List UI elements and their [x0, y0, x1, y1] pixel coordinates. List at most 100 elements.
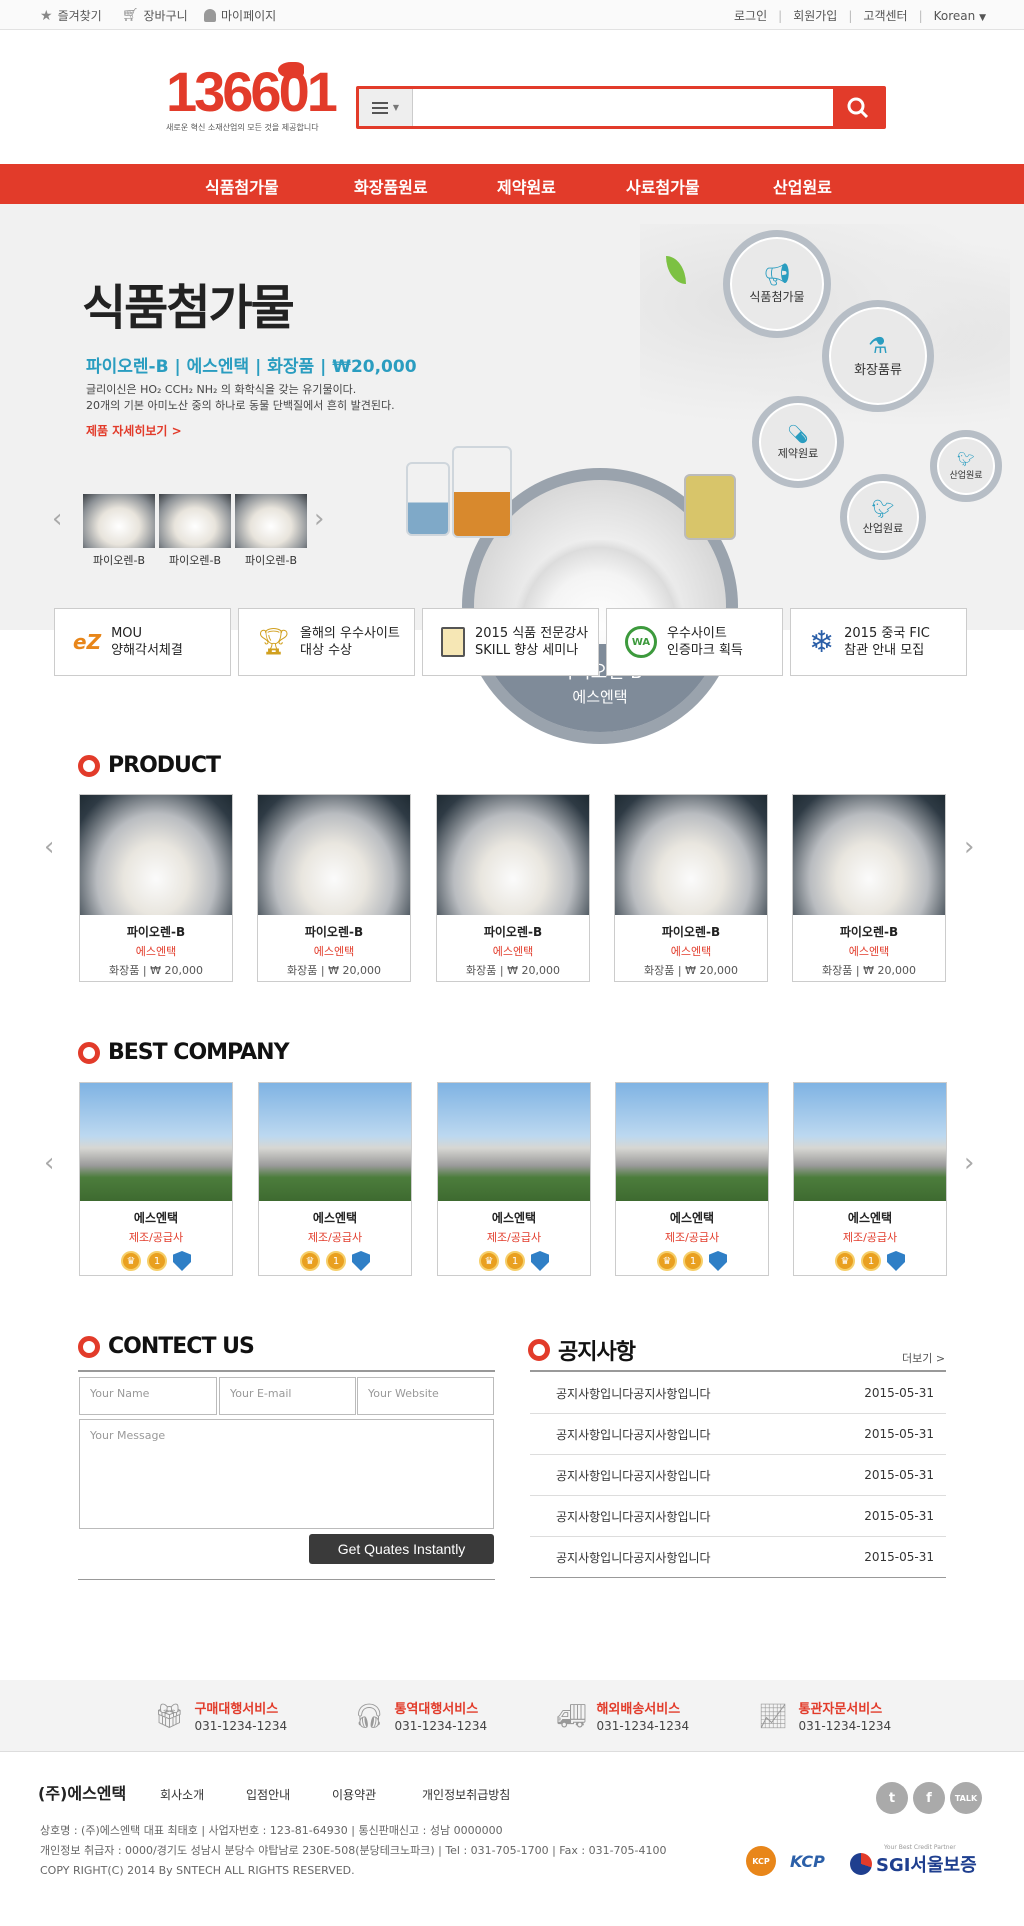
- badge-certification[interactable]: WA 우수사이트 인증마크 획득: [606, 608, 783, 676]
- company-card[interactable]: 에스엔택 제조/공급사 ♛ 1: [437, 1082, 591, 1276]
- cart-link[interactable]: 🛒︎ 장바구니: [122, 7, 188, 24]
- site-logo[interactable]: 136601 새로운 혁신 소재산업의 모든 것을 제공합니다: [166, 62, 338, 144]
- bird-icon: 🐦︎: [871, 498, 895, 520]
- notice-row[interactable]: 공지사항입니다공지사항입니다 2015-05-31: [530, 1537, 946, 1578]
- rank-medal-icon: 1: [861, 1251, 881, 1271]
- support-link[interactable]: 고객센터: [863, 7, 907, 24]
- name-field[interactable]: Your Name: [79, 1377, 217, 1415]
- notice-row[interactable]: 공지사항입니다공지사항입니다 2015-05-31: [530, 1414, 946, 1455]
- notice-row[interactable]: 공지사항입니다공지사항입니다 2015-05-31: [530, 1496, 946, 1537]
- ring-icon: [528, 1339, 550, 1361]
- hero-thumb[interactable]: 파이오렌-B: [83, 494, 155, 568]
- product-card[interactable]: 파이오렌-B 에스엔택 화장품 | ₩ 20,000: [257, 794, 411, 982]
- service-customs[interactable]: 📈︎ 통관자문서비스 031-1234-1234: [758, 1698, 891, 1734]
- product-card[interactable]: 파이오렌-B 에스엔택 화장품 | ₩ 20,000: [792, 794, 946, 982]
- nav-cosmetic-materials[interactable]: 화장품원료: [354, 174, 428, 198]
- footer-link-terms[interactable]: 이용약관: [332, 1786, 376, 1803]
- kakaotalk-icon[interactable]: TALK: [950, 1782, 982, 1814]
- rank-medal-icon: 1: [147, 1251, 167, 1271]
- gold-medal-icon: ♛: [479, 1251, 499, 1271]
- email-field[interactable]: Your E-mail: [219, 1377, 356, 1415]
- website-field[interactable]: Your Website: [357, 1377, 494, 1415]
- megaphone-icon: 📢︎: [763, 263, 791, 288]
- product-image: [437, 795, 589, 915]
- pill-icon: 💊︎: [786, 423, 810, 445]
- footer-link-store[interactable]: 입점안내: [246, 1786, 290, 1803]
- get-quotes-button[interactable]: Get Quates Instantly: [309, 1534, 494, 1564]
- footer-link-privacy[interactable]: 개인정보취급방침: [422, 1786, 510, 1803]
- best-company-section-title: BEST COMPANY: [78, 1040, 290, 1065]
- footer-company-name: (주)에스엔택: [38, 1784, 127, 1803]
- nav-pharma-materials[interactable]: 제약원료: [497, 174, 556, 198]
- service-purchase[interactable]: 🎁︎ 구매대행서비스 031-1234-1234: [154, 1698, 287, 1734]
- category-dropdown[interactable]: ▼: [359, 89, 413, 126]
- service-shipping[interactable]: 🚚︎ 해외배송서비스 031-1234-1234: [556, 1698, 689, 1734]
- company-building-image: [438, 1083, 590, 1201]
- hero-next-arrow[interactable]: ›: [314, 504, 324, 534]
- sgi-mark-icon: [850, 1853, 872, 1875]
- notice-row[interactable]: 공지사항입니다공지사항입니다 2015-05-31: [530, 1373, 946, 1414]
- product-thumb-image: [159, 494, 231, 548]
- product-detail-link[interactable]: 제품 자세히보기 >: [86, 422, 182, 439]
- search-input[interactable]: [417, 93, 787, 121]
- badge-seminar[interactable]: 2015 식품 전문강사 SKILL 향상 세미나: [422, 608, 599, 676]
- twitter-icon[interactable]: t: [876, 1782, 908, 1814]
- shield-check-icon: [709, 1251, 727, 1271]
- company-prev-arrow[interactable]: ‹: [44, 1148, 54, 1178]
- nav-food-additives[interactable]: 식품첨가물: [205, 174, 279, 198]
- ez-logo-icon: eZ: [73, 629, 102, 654]
- flask-icon: ⚗︎: [868, 334, 888, 359]
- company-card[interactable]: 에스엔택 제조/공급사 ♛ 1: [79, 1082, 233, 1276]
- facebook-icon[interactable]: f: [913, 1782, 945, 1814]
- notice-row[interactable]: 공지사항입니다공지사항입니다 2015-05-31: [530, 1455, 946, 1496]
- world-map-background: [640, 224, 1010, 424]
- footer-link-about[interactable]: 회사소개: [160, 1786, 204, 1803]
- notepad-icon: [441, 627, 465, 657]
- nav-feed-additives[interactable]: 사료첨가물: [626, 174, 700, 198]
- product-image: [258, 795, 410, 915]
- category-circle-food[interactable]: 📢︎ 식품첨가물: [723, 230, 831, 338]
- product-next-arrow[interactable]: ›: [964, 832, 974, 862]
- notice-more-link[interactable]: 더보기 >: [902, 1350, 945, 1366]
- company-next-arrow[interactable]: ›: [964, 1148, 974, 1178]
- category-circle-industrial[interactable]: 🐦︎ 산업원료: [840, 474, 926, 560]
- rank-medal-icon: 1: [683, 1251, 703, 1271]
- product-card[interactable]: 파이오렌-B 에스엔택 화장품 | ₩ 20,000: [614, 794, 768, 982]
- product-card[interactable]: 파이오렌-B 에스엔택 화장품 | ₩ 20,000: [79, 794, 233, 982]
- company-card[interactable]: 에스엔택 제조/공급사 ♛ 1: [615, 1082, 769, 1276]
- truck-icon: 🚚︎: [556, 1701, 587, 1730]
- hero-thumb[interactable]: 파이오렌-B: [159, 494, 231, 568]
- company-card[interactable]: 에스엔택 제조/공급사 ♛ 1: [793, 1082, 947, 1276]
- hero-prev-arrow[interactable]: ‹: [52, 504, 62, 534]
- category-circle-pharma[interactable]: 💊︎ 제약원료: [752, 396, 844, 488]
- search-button[interactable]: [833, 89, 883, 126]
- product-image: [793, 795, 945, 915]
- badge-mou[interactable]: eZ MOU 양해각서체결: [54, 608, 231, 676]
- product-card[interactable]: 파이오렌-B 에스엔택 화장품 | ₩ 20,000: [436, 794, 590, 982]
- footer-business-info: 상호명 : (주)에스엔택 대표 최태호 | 사업자번호 : 123-81-64…: [40, 1824, 503, 1837]
- oil-bottle: [684, 474, 736, 540]
- gold-medal-icon: ♛: [300, 1251, 320, 1271]
- divider: [78, 1370, 495, 1372]
- bookmark-link[interactable]: ★ 즐겨찾기: [40, 7, 102, 24]
- rank-medal-icon: 1: [505, 1251, 525, 1271]
- category-circle-industrial-small[interactable]: 🐦︎ 산업원료: [930, 430, 1002, 502]
- service-interpret[interactable]: 🎧︎ 통역대행서비스 031-1234-1234: [354, 1698, 487, 1734]
- footer-copyright: COPY RIGHT(C) 2014 By SNTECH ALL RIGHTS …: [40, 1864, 355, 1877]
- language-select[interactable]: Korean ▼: [934, 9, 986, 23]
- company-card[interactable]: 에스엔택 제조/공급사 ♛ 1: [258, 1082, 412, 1276]
- orange-powder-jar: [452, 446, 512, 538]
- join-link[interactable]: 회원가입: [793, 7, 837, 24]
- mypage-link[interactable]: 마이페이지: [204, 7, 276, 24]
- login-link[interactable]: 로그인: [734, 7, 767, 24]
- badge-fic[interactable]: ❄︎ 2015 중국 FIC 참관 안내 모집: [790, 608, 967, 676]
- product-prev-arrow[interactable]: ‹: [44, 832, 54, 862]
- nav-industrial-materials[interactable]: 산업원료: [773, 174, 832, 198]
- product-image: [80, 795, 232, 915]
- chart-board-icon: 📈︎: [758, 1701, 789, 1730]
- category-circle-cosmetic[interactable]: ⚗︎ 화장품류: [822, 300, 934, 412]
- message-field[interactable]: Your Message: [79, 1419, 494, 1529]
- hero-thumb[interactable]: 파이오렌-B: [235, 494, 307, 568]
- cart-icon: 🛒︎: [122, 8, 139, 23]
- badge-award[interactable]: 🏆︎ 올해의 우수사이트 대상 수상: [238, 608, 415, 676]
